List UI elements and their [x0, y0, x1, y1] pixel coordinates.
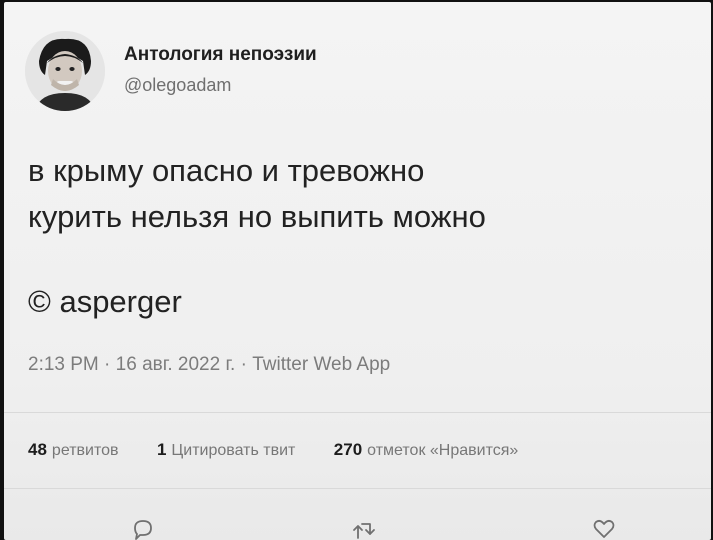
retweet-icon [353, 523, 375, 539]
heart-icon [593, 519, 615, 538]
quotes-stat[interactable]: 1 Цитировать твит [157, 440, 295, 460]
tweet-line: курить нельзя но выпить можно [28, 199, 486, 234]
tweet-stats: 48 ретвитов 1 Цитировать твит 270 отметок «… [28, 440, 552, 460]
likes-count: 270 [333, 440, 363, 459]
tweet-meta: 2:13 PM · 16 авг. 2022 г. · Twitter Web … [28, 354, 390, 376]
tweet-card: Антология непоэзии @olegoadam в крыму оп… [4, 2, 711, 540]
likes-label: отметок «Нравится» [367, 442, 519, 459]
tweet-actions [4, 516, 711, 540]
reply-icon [134, 520, 152, 540]
avatar-photo [25, 31, 105, 111]
meta-separator: · [240, 354, 247, 375]
author-display-name[interactable]: Антология непоэзии [124, 44, 317, 66]
meta-separator: · [104, 354, 111, 375]
quotes-count: 1 [156, 440, 167, 459]
tweet-time[interactable]: 2:13 PM [28, 354, 99, 375]
retweets-label: ретвитов [51, 442, 119, 459]
reply-button[interactable] [126, 516, 160, 540]
tweet-source-app[interactable]: Twitter Web App [252, 354, 390, 375]
retweets-count: 48 [28, 440, 47, 459]
author-handle[interactable]: @olegoadam [124, 75, 231, 96]
quotes-label: Цитировать твит [171, 442, 296, 459]
retweets-stat[interactable]: 48 ретвитов [28, 440, 119, 460]
tweet-text: в крыму опасно и тревожно курить нельзя … [28, 148, 688, 240]
divider [4, 412, 711, 413]
tweet-date[interactable]: 16 авг. 2022 г. [116, 354, 236, 375]
tweet-line: в крыму опасно и тревожно [28, 153, 425, 188]
tweet-credit: © asperger [28, 284, 182, 319]
avatar[interactable] [25, 31, 105, 111]
like-button[interactable] [587, 516, 621, 540]
divider [4, 488, 711, 489]
retweet-button[interactable] [347, 516, 381, 540]
likes-stat[interactable]: 270 отметок «Нравится» [334, 440, 519, 460]
